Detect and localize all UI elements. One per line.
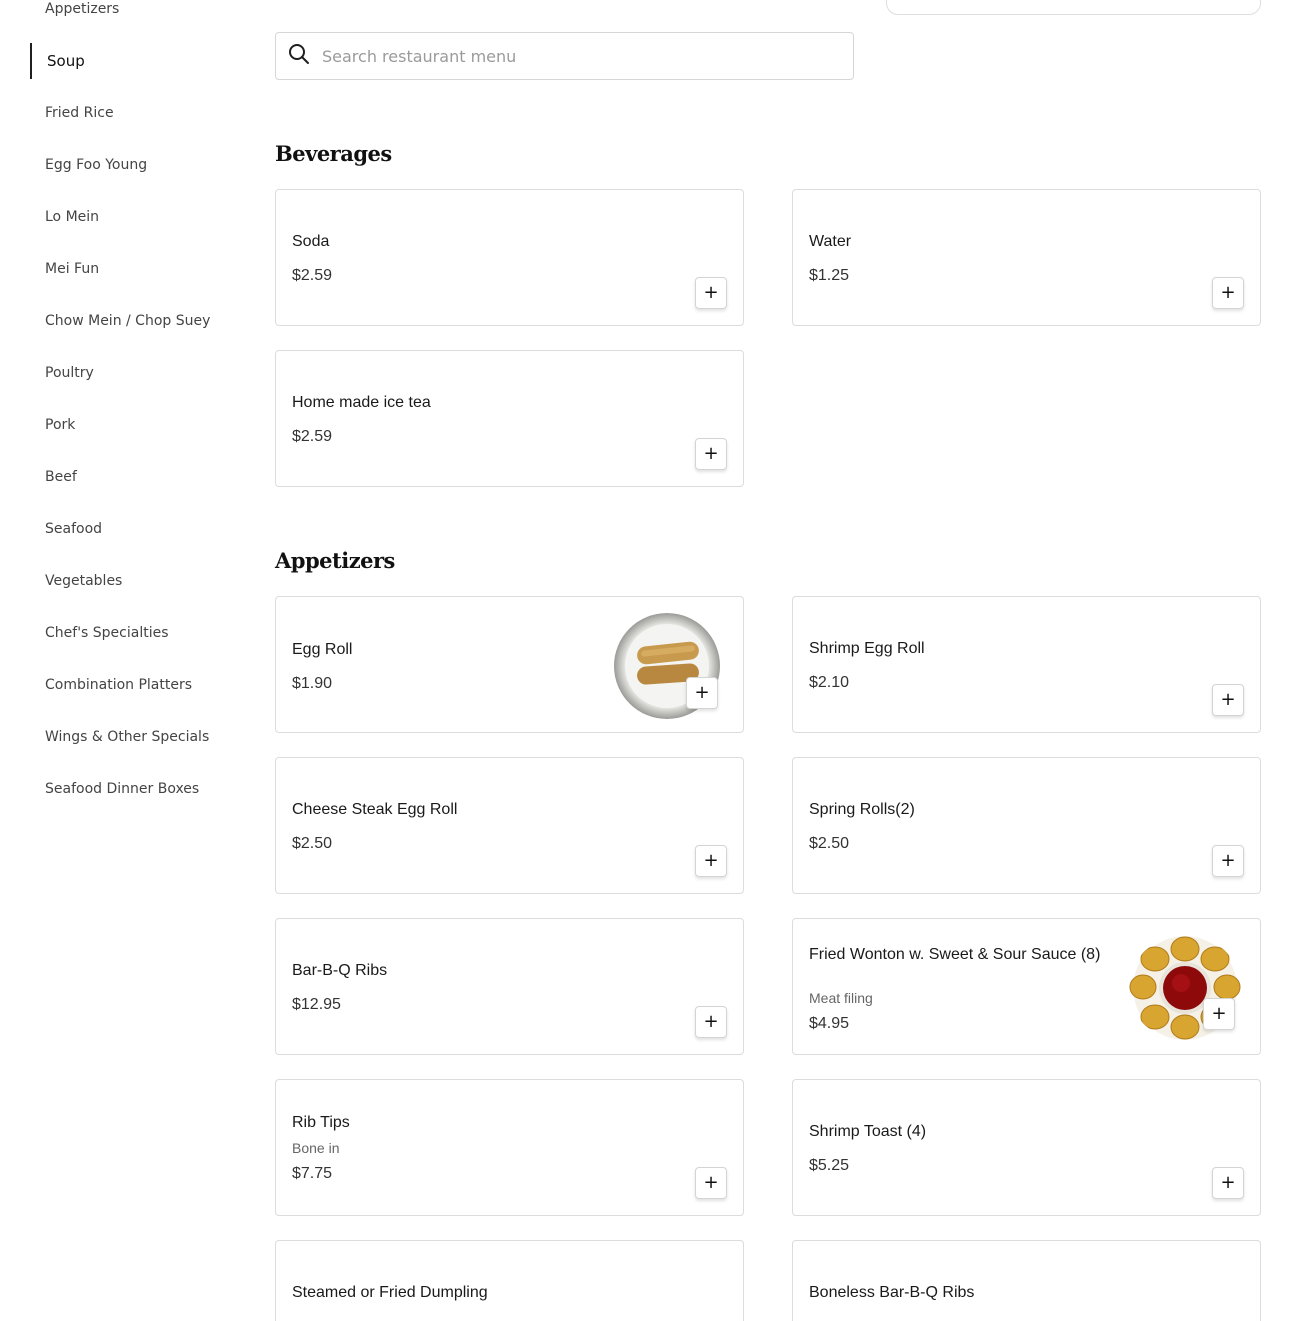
sidebar-item-fried-rice[interactable]: Fried Rice [30, 95, 240, 131]
item-name: Water [809, 233, 852, 250]
menu-item-card[interactable]: Steamed or Fried Dumpling [275, 1240, 744, 1321]
add-item-button[interactable]: + [1212, 845, 1244, 877]
item-price: $4.95 [809, 1015, 850, 1032]
item-price: $2.10 [809, 674, 850, 691]
sidebar-item-wings-other-specials[interactable]: Wings & Other Specials [30, 719, 240, 755]
item-name: Shrimp Egg Roll [809, 640, 925, 657]
item-name: Egg Roll [292, 641, 353, 658]
sidebar-item-egg-foo-young[interactable]: Egg Foo Young [30, 147, 240, 183]
item-price: $1.25 [809, 267, 850, 284]
item-name: Boneless Bar-B-Q Ribs [809, 1284, 975, 1301]
sidebar-item-lo-mein[interactable]: Lo Mein [30, 199, 240, 235]
add-item-button[interactable]: + [695, 277, 727, 309]
sidebar-item-mei-fun[interactable]: Mei Fun [30, 251, 240, 287]
item-price: $12.95 [292, 996, 341, 1013]
menu-item-card[interactable]: Shrimp Toast (4) $5.25 + [792, 1079, 1261, 1216]
add-item-button[interactable]: + [1203, 998, 1235, 1030]
menu-item-card[interactable]: Cheese Steak Egg Roll $2.50 + [275, 757, 744, 894]
cart-panel-edge [886, 0, 1261, 15]
menu-item-card[interactable]: Soda $2.59 + [275, 189, 744, 326]
item-name: Bar-B-Q Ribs [292, 962, 388, 979]
item-name: Rib Tips [292, 1114, 350, 1131]
sidebar-item-pork[interactable]: Pork [30, 407, 240, 443]
add-item-button[interactable]: + [695, 845, 727, 877]
sidebar-item-vegetables[interactable]: Vegetables [30, 563, 240, 599]
add-item-button[interactable]: + [1212, 277, 1244, 309]
menu-item-card[interactable]: Shrimp Egg Roll $2.10 + [792, 596, 1261, 733]
add-item-button[interactable]: + [695, 1167, 727, 1199]
item-price: $2.50 [292, 835, 333, 852]
item-name: Fried Wonton w. Sweet & Sour Sauce (8) [809, 946, 1101, 963]
item-name: Steamed or Fried Dumpling [292, 1284, 488, 1301]
search-input[interactable] [320, 45, 824, 67]
item-name: Spring Rolls(2) [809, 801, 915, 818]
category-sidebar: Appetizers Soup Fried Rice Egg Foo Young… [0, 0, 250, 1321]
item-name: Cheese Steak Egg Roll [292, 801, 458, 818]
sidebar-item-chefs-specialties[interactable]: Chef's Specialties [30, 615, 240, 651]
item-description: Meat filing [809, 990, 873, 1006]
item-name: Shrimp Toast (4) [809, 1123, 927, 1140]
search-icon [288, 43, 310, 69]
add-item-button[interactable]: + [1212, 1167, 1244, 1199]
add-item-button[interactable]: + [1212, 684, 1244, 716]
item-name: Soda [292, 233, 330, 250]
sidebar-item-poultry[interactable]: Poultry [30, 355, 240, 391]
menu-item-card[interactable]: Egg Roll $1.90 + [275, 596, 744, 733]
item-price: $2.59 [292, 428, 333, 445]
sidebar-item-chow-mein[interactable]: Chow Mein / Chop Suey [30, 303, 240, 339]
item-description: Bone in [292, 1140, 340, 1156]
sidebar-item-combination-platters[interactable]: Combination Platters [30, 667, 240, 703]
menu-item-card[interactable]: Spring Rolls(2) $2.50 + [792, 757, 1261, 894]
menu-item-card[interactable]: Rib Tips Bone in $7.75 + [275, 1079, 744, 1216]
menu-search-box[interactable] [275, 32, 854, 80]
menu-item-card[interactable]: Home made ice tea $2.59 + [275, 350, 744, 487]
sidebar-item-seafood-dinner-boxes[interactable]: Seafood Dinner Boxes [30, 771, 240, 807]
sidebar-item-seafood[interactable]: Seafood [30, 511, 240, 547]
item-price: $7.75 [292, 1165, 333, 1182]
item-price: $5.25 [809, 1157, 850, 1174]
menu-item-card[interactable]: Boneless Bar-B-Q Ribs [792, 1240, 1261, 1321]
add-item-button[interactable]: + [695, 438, 727, 470]
item-name: Home made ice tea [292, 394, 431, 411]
section-title-beverages: Beverages [275, 141, 392, 166]
add-item-button[interactable]: + [695, 1006, 727, 1038]
menu-item-card[interactable]: Water $1.25 + [792, 189, 1261, 326]
section-title-appetizers: Appetizers [275, 548, 395, 573]
item-price: $1.90 [292, 675, 333, 692]
sidebar-item-appetizers[interactable]: Appetizers [30, 0, 240, 27]
item-price: $2.59 [292, 267, 333, 284]
menu-item-card[interactable]: Bar-B-Q Ribs $12.95 + [275, 918, 744, 1055]
add-item-button[interactable]: + [686, 677, 718, 709]
sidebar-item-soup[interactable]: Soup [30, 43, 240, 79]
menu-item-card[interactable]: Fried Wonton w. Sweet & Sour Sauce (8) M… [792, 918, 1261, 1055]
item-price: $2.50 [809, 835, 850, 852]
sidebar-item-beef[interactable]: Beef [30, 459, 240, 495]
